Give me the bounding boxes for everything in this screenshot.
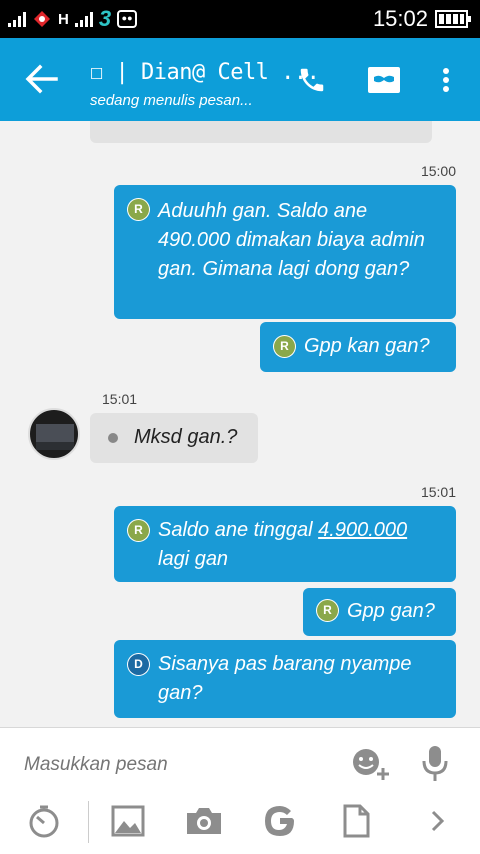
typing-status: sedang menulis pesan... [90, 92, 253, 109]
read-receipt-icon: R [274, 336, 295, 357]
message-bubble-outgoing[interactable]: R Saldo ane tinggal 4.900.000 lagi gan [114, 506, 456, 582]
delivered-receipt-icon: D [128, 654, 149, 675]
status-bar: H 3 ●● 15:02 [0, 0, 480, 38]
message-text: Aduuhh gan. Saldo ane 490.000 dimakan bi… [158, 200, 425, 280]
google-icon[interactable] [260, 801, 300, 841]
message-bubble-outgoing[interactable]: R Aduuhh gan. Saldo ane 490.000 dimakan … [114, 185, 456, 319]
signal-icon [8, 11, 26, 27]
message-time: 15:01 [102, 391, 138, 407]
signal-icon-2 [74, 11, 93, 27]
image-icon[interactable] [108, 801, 148, 841]
message-bubble-incoming[interactable]: Mksd gan.? [90, 413, 258, 463]
network-type-badge: H [58, 10, 69, 28]
more-vert-icon[interactable] [426, 60, 466, 100]
video-chat-icon[interactable] [364, 60, 404, 100]
phone-number-link[interactable]: 4.900.000 [318, 519, 407, 541]
status-icons: H 3 ●● [8, 6, 138, 32]
message-text: Gpp kan gan? [304, 335, 430, 357]
battery-icon [435, 10, 471, 28]
read-receipt-icon: R [128, 520, 149, 541]
message-input[interactable] [24, 750, 324, 780]
read-receipt-icon: R [317, 600, 338, 621]
bbm-icon: ●● [117, 10, 138, 28]
message-bubble-outgoing[interactable]: D Sisanya pas barang nyampe gan? [114, 640, 456, 718]
read-receipt-icon: R [128, 199, 149, 220]
telkomsel-icon [34, 11, 50, 27]
unread-dot-icon [108, 433, 118, 443]
composer [0, 727, 480, 854]
message-text: Gpp gan? [347, 600, 435, 622]
message-time: 15:00 [420, 163, 456, 179]
microphone-icon[interactable] [420, 744, 450, 782]
message-time: 15:01 [420, 484, 456, 500]
chevron-right-icon[interactable] [418, 801, 458, 841]
message-text-suffix: lagi gan [158, 548, 229, 570]
phone-icon[interactable] [292, 60, 332, 100]
back-arrow-icon[interactable] [24, 64, 58, 94]
carrier-three-icon: 3 [98, 6, 112, 31]
message-text-prefix: Saldo ane tinggal [158, 519, 319, 541]
app-bar: ☐ | Dian@ Cell ... sedang menulis pesan.… [0, 38, 480, 121]
chat-title[interactable]: ☐ | Dian@ Cell ... [90, 60, 320, 85]
message-list[interactable]: 15:00 R Aduuhh gan. Saldo ane 490.000 di… [0, 121, 480, 727]
message-text: Mksd gan.? [134, 426, 238, 448]
timer-icon[interactable] [24, 801, 64, 841]
avatar[interactable] [28, 408, 80, 460]
message-bubble-outgoing[interactable]: R Gpp kan gan? [260, 322, 456, 372]
toolbar-divider [88, 801, 89, 843]
document-icon[interactable] [336, 801, 376, 841]
camera-icon[interactable] [184, 801, 224, 841]
message-text: Sisanya pas barang nyampe gan? [158, 653, 412, 704]
clock: 15:02 [372, 6, 428, 31]
message-bubble-incoming[interactable] [90, 121, 432, 143]
message-bubble-outgoing[interactable]: R Gpp gan? [303, 588, 456, 636]
emoji-add-icon[interactable] [350, 746, 390, 782]
